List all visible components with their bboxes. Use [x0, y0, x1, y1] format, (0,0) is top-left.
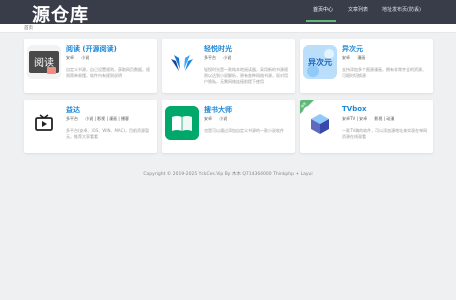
card-description: 多平台(安卓、iOS、WIN、MAC)，目前资源暂无，推荐大家看看 — [66, 128, 149, 139]
tag-category: 漫画 — [357, 55, 366, 60]
tag-category: 影视 | 动漫 — [374, 116, 395, 121]
top-nav-bar: 源仓库 首页中心 文章列表 地址发布页(防丢) — [0, 0, 456, 26]
tag-platform: 安卓 — [342, 55, 350, 60]
app-card-yiciyuan[interactable]: 异次元 异次元 安卓 漫画 支持添加多个图源漫画，拥有非常齐全的资源，可随时切换… — [300, 39, 433, 93]
card-description: 自定义书源，自己设置规则，获取网页数据，规则简单易懂，软件内有规则说明 — [66, 67, 150, 78]
tag-platform: 安卓 — [204, 116, 212, 121]
card-tags: 多平台 小说 | 影视 | 漫画 | 播客 — [66, 116, 135, 122]
app-card-soushu[interactable]: 搜书大师 安卓 小说 也是可以通过添加自定义书源的一款小说软件 — [162, 100, 295, 153]
card-title[interactable]: 益达 — [66, 105, 80, 115]
tvbox-cube-icon — [303, 106, 337, 140]
tag-category: 小说 — [219, 116, 228, 121]
card-description: 支持添加多个图源漫画，拥有非常齐全的资源，可随时切换源 — [342, 67, 426, 78]
card-tags: 安卓 小说 — [66, 55, 95, 61]
nav-active-indicator — [306, 20, 336, 22]
yiciyuan-icon: 异次元 — [303, 45, 337, 79]
footer-copyright: Copyright © 2019-2025 YckCes.Vip By 木木 Q… — [143, 172, 313, 177]
card-description: 也是可以通过添加自定义书源的一款小说软件 — [204, 128, 284, 133]
app-card-yida[interactable]: 益达 多平台 小说 | 影视 | 漫画 | 播客 多平台(安卓、iOS、WIN、… — [24, 100, 157, 153]
card-title[interactable]: TVbox — [342, 105, 367, 113]
wing-logo-icon — [165, 45, 199, 79]
nav-articles[interactable]: 文章列表 — [348, 6, 368, 13]
card-description: 轻悦时光是一款纯本地阅读器，采用新的书源规则以达到小说解析，原有各种网络书源，现… — [204, 67, 288, 84]
svg-text:异次元: 异次元 — [308, 57, 332, 67]
tag-platform: 多平台 — [66, 116, 78, 121]
app-card-tvbox[interactable]: 推荐 TVbox 安卓TV | 安卓 影视 | 动漫 一款TV端的软件，可以添加… — [300, 100, 433, 153]
card-tags: 安卓TV | 安卓 影视 | 动漫 — [342, 116, 400, 122]
card-title[interactable]: 搜书大师 — [204, 105, 232, 115]
breadcrumb-bar: 首页 — [0, 24, 456, 33]
legado-book-icon: 阅读 — [27, 45, 61, 79]
card-tags: 安卓 漫画 — [342, 55, 371, 61]
tag-platform: 安卓 — [66, 55, 74, 60]
card-title[interactable]: 阅读 (开源阅读) — [66, 44, 117, 54]
tv-play-icon — [27, 106, 61, 140]
tag-category: 小说 | 影视 | 漫画 | 播客 — [85, 116, 129, 121]
app-card-qingyue[interactable]: 轻悦时光 多平台 小说 轻悦时光是一款纯本地阅读器，采用新的书源规则以达到小说解… — [162, 39, 295, 93]
card-description: 一款TV端的软件，可以添加源地址来实现在单网资源在线观看 — [342, 128, 428, 139]
card-title[interactable]: 轻悦时光 — [204, 44, 232, 54]
open-book-icon — [165, 106, 199, 140]
nav-address-page[interactable]: 地址发布页(防丢) — [382, 6, 421, 13]
tag-category: 小说 — [223, 55, 232, 60]
breadcrumb-home[interactable]: 首页 — [24, 25, 33, 31]
card-tags: 多平台 小说 — [204, 55, 237, 61]
card-title[interactable]: 异次元 — [342, 44, 363, 54]
app-card-legado[interactable]: 阅读 阅读 (开源阅读) 安卓 小说 自定义书源，自己设置规则，获取网页数据，规… — [24, 39, 157, 93]
card-tags: 安卓 小说 — [204, 116, 233, 122]
tag-category: 小说 — [81, 55, 90, 60]
tag-platform: 多平台 — [204, 55, 216, 60]
tag-platform: 安卓TV | 安卓 — [342, 116, 368, 121]
nav-home[interactable]: 首页中心 — [313, 6, 333, 13]
